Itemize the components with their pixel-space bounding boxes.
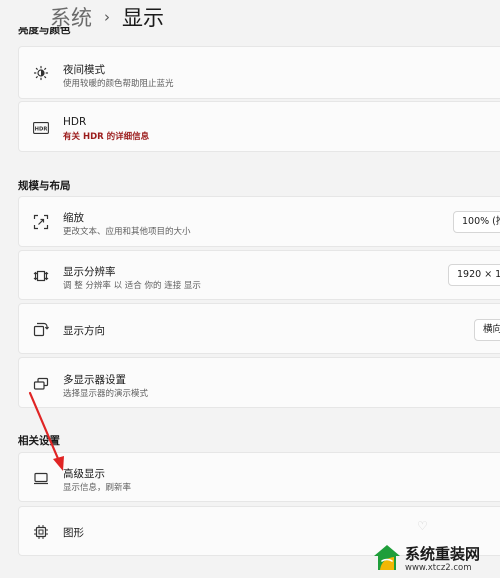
- multi-display-icon: [33, 376, 49, 392]
- watermark-title: 系统重装网: [405, 545, 481, 563]
- resolution-icon: [33, 268, 49, 284]
- hdr-info-link[interactable]: 有关 HDR 的详细信息: [63, 130, 149, 142]
- night-mode-subtitle: 使用较暖的颜色帮助阻止蓝光: [63, 79, 174, 89]
- chip-icon: [33, 524, 49, 540]
- breadcrumb-separator: ›: [104, 8, 110, 26]
- section-header-brightness-label: 亮度与颜色: [18, 27, 71, 36]
- resolution-title: 显示分辨率: [63, 266, 116, 278]
- graphics-title: 图形: [63, 527, 84, 539]
- hdr-icon: HDR: [33, 120, 49, 136]
- hdr-card[interactable]: HDR HDR 有关 HDR 的详细信息: [18, 101, 500, 152]
- orientation-title: 显示方向: [63, 325, 105, 337]
- resolution-card[interactable]: 显示分辨率 调 整 分辨率 以 适合 你的 连接 显示 1920 × 10: [18, 250, 500, 300]
- section-header-brightness: 亮度与颜色: [18, 27, 71, 38]
- night-mode-title: 夜间模式: [63, 64, 105, 76]
- advanced-display-card[interactable]: 高级显示 显示信息，刷新率: [18, 452, 500, 502]
- night-mode-card[interactable]: 夜间模式 使用较暖的颜色帮助阻止蓝光: [18, 46, 500, 99]
- section-header-related: 相关设置: [18, 435, 60, 447]
- brightness-icon: [33, 65, 49, 81]
- orientation-icon: [33, 321, 49, 337]
- advanced-display-title: 高级显示: [63, 468, 105, 480]
- svg-text:HDR: HDR: [35, 127, 48, 133]
- multi-display-card[interactable]: 多显示器设置 选择显示器的演示模式: [18, 357, 500, 408]
- scale-dropdown[interactable]: 100% (推: [453, 211, 500, 233]
- resolution-subtitle: 调 整 分辨率 以 适合 你的 连接 显示: [63, 281, 201, 291]
- faint-decoration-icon: ♡: [417, 519, 428, 533]
- scale-subtitle: 更改文本、应用和其他项目的大小: [63, 227, 191, 237]
- scale-icon: [33, 214, 49, 230]
- watermark: 系统重装网 www.xtcz2.com: [372, 540, 500, 578]
- scale-title: 缩放: [63, 212, 84, 224]
- orientation-dropdown[interactable]: 横向: [474, 319, 500, 341]
- watermark-url: www.xtcz2.com: [405, 563, 472, 573]
- multi-display-title: 多显示器设置: [63, 374, 126, 386]
- house-logo-icon: [374, 545, 400, 570]
- section-header-scale-layout: 规模与布局: [18, 180, 71, 192]
- resolution-dropdown[interactable]: 1920 × 10: [448, 264, 500, 286]
- hdr-title: HDR: [63, 116, 87, 128]
- orientation-card[interactable]: 显示方向 横向: [18, 303, 500, 354]
- page-title: 显示: [122, 6, 164, 30]
- multi-display-subtitle: 选择显示器的演示模式: [63, 389, 149, 399]
- monitor-icon: [33, 470, 49, 486]
- scale-card[interactable]: 缩放 更改文本、应用和其他项目的大小 100% (推: [18, 196, 500, 247]
- advanced-display-subtitle: 显示信息，刷新率: [63, 483, 132, 493]
